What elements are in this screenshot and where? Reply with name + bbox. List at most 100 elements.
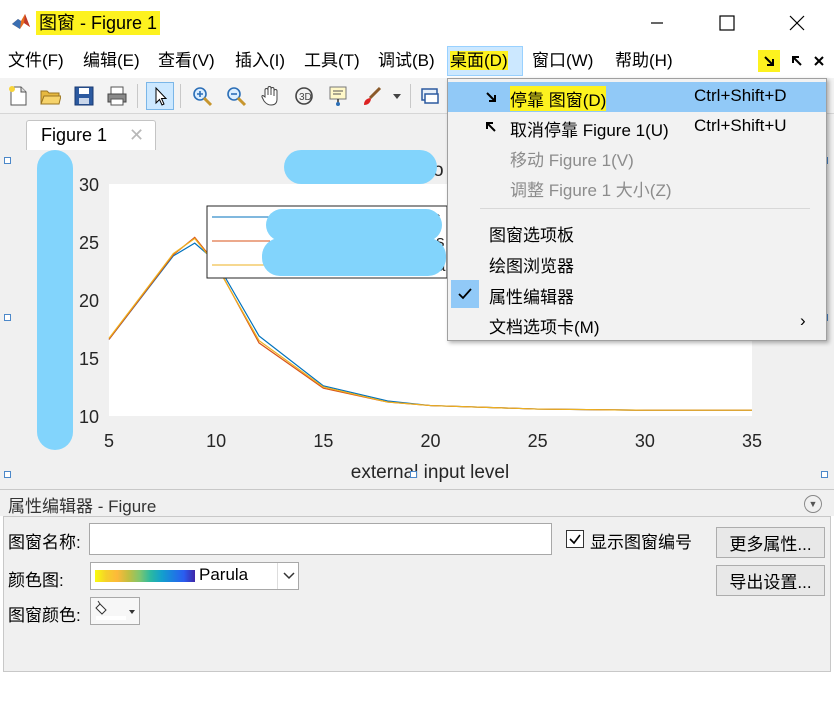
new-file-button[interactable] <box>4 82 32 110</box>
menu-edit[interactable]: 编辑(E) <box>81 46 142 76</box>
property-editor-label: 属性编辑器 <box>489 288 574 307</box>
redaction-mark <box>37 150 73 450</box>
data-cursor-icon <box>329 86 347 106</box>
title-bar: 图窗 - Figure 1 <box>0 0 834 46</box>
colormap-value: Parula <box>199 565 249 584</box>
dock-figure-shortcut: Ctrl+Shift+D <box>694 86 787 105</box>
link-plot-button[interactable] <box>416 82 444 110</box>
chevron-down-icon <box>277 563 299 589</box>
menu-item-plot-browser[interactable]: 绘图浏览器 <box>448 248 826 278</box>
undock-figure-button[interactable] <box>786 50 808 72</box>
brush-dropdown-button[interactable] <box>390 82 404 110</box>
menu-item-resize-figure: 调整 Figure 1 大小(Z) <box>448 172 826 202</box>
menu-help[interactable]: 帮助(H) <box>613 46 675 76</box>
menu-file[interactable]: 文件(F) <box>6 46 66 76</box>
property-editor-title: 属性编辑器 - Figure <box>8 497 157 516</box>
tab-figure-1[interactable]: Figure 1 ✕ <box>26 120 156 150</box>
redaction-mark <box>262 238 446 276</box>
save-button[interactable] <box>70 82 98 110</box>
menu-view[interactable]: 查看(V) <box>156 46 217 76</box>
toolbar-separator <box>410 84 411 108</box>
desktop-menu-dropdown: 停靠 图窗(D) Ctrl+Shift+D 取消停靠 Figure 1(U) C… <box>447 78 827 341</box>
maximize-icon <box>719 15 735 31</box>
dock-arrow-icon <box>486 92 496 102</box>
menu-insert[interactable]: 插入(I) <box>233 46 287 76</box>
minimize-button[interactable] <box>634 5 680 41</box>
menu-separator <box>480 208 810 209</box>
resize-figure-label: 调整 Figure 1 大小(Z) <box>510 181 672 200</box>
redaction-mark <box>266 209 442 241</box>
menu-window[interactable]: 窗口(W) <box>530 46 595 76</box>
brush-icon <box>364 86 382 105</box>
undock-arrow-icon <box>486 122 496 132</box>
export-settings-button[interactable]: 导出设置... <box>716 565 825 596</box>
data-cursor-button[interactable] <box>324 82 352 110</box>
dock-figure-label: 停靠 图窗(D) <box>510 86 607 111</box>
menu-item-document-tabs[interactable]: 文档选项卡(M) › <box>448 309 826 339</box>
maximize-button[interactable] <box>704 5 750 41</box>
pointer-tool-button[interactable] <box>146 82 174 110</box>
open-folder-icon <box>40 90 61 105</box>
minimize-icon <box>651 22 663 24</box>
brush-button[interactable] <box>358 82 386 110</box>
colormap-select[interactable]: Parula <box>90 562 299 590</box>
menu-item-property-editor[interactable]: 属性编辑器 <box>448 279 826 309</box>
save-icon <box>74 86 94 106</box>
selection-handle[interactable] <box>4 471 11 478</box>
collapse-icon[interactable]: ▼ <box>804 495 822 513</box>
undock-figure-shortcut: Ctrl+Shift+U <box>694 116 787 135</box>
menu-tools[interactable]: 工具(T) <box>302 46 362 76</box>
move-figure-label: 移动 Figure 1(V) <box>510 151 634 170</box>
toolbar-separator <box>137 84 138 108</box>
show-number-label: 显示图窗编号 <box>590 533 692 552</box>
pan-button[interactable] <box>256 82 284 110</box>
document-tabs-label: 文档选项卡(M) <box>489 318 600 337</box>
property-editor-header: 属性编辑器 - Figure ▼ <box>0 489 834 516</box>
close-figure-button[interactable] <box>808 50 830 72</box>
figure-name-label: 图窗名称: <box>8 533 81 552</box>
menu-item-dock-figure[interactable]: 停靠 图窗(D) Ctrl+Shift+D <box>448 82 826 112</box>
menu-item-undock-figure[interactable]: 取消停靠 Figure 1(U) Ctrl+Shift+U <box>448 112 826 142</box>
pointer-icon <box>155 86 168 106</box>
toolbar-separator <box>180 84 181 108</box>
menu-item-figure-palette[interactable]: 图窗选项板 <box>448 217 826 247</box>
dropdown-arrow-icon <box>393 94 401 99</box>
selection-handle[interactable] <box>4 314 11 321</box>
colormap-label: 颜色图: <box>8 571 64 590</box>
svg-text:3D: 3D <box>299 92 312 103</box>
more-properties-button[interactable]: 更多属性... <box>716 527 825 558</box>
tab-figure-1-label: Figure 1 <box>41 125 108 145</box>
menu-desktop[interactable]: 桌面(D) <box>447 46 523 76</box>
figure-color-picker[interactable] <box>90 597 140 625</box>
pan-hand-icon <box>261 85 278 106</box>
undock-arrow-icon <box>792 56 802 66</box>
menu-bar: 文件(F) 编辑(E) 查看(V) 插入(I) 工具(T) 调试(B) 桌面(D… <box>0 46 834 76</box>
menu-desktop-label: 桌面(D) <box>450 51 508 70</box>
zoom-in-button[interactable] <box>188 82 216 110</box>
zoom-out-button[interactable] <box>222 82 250 110</box>
open-folder-button[interactable] <box>36 82 64 110</box>
close-button[interactable] <box>774 5 820 41</box>
undock-figure-label: 取消停靠 Figure 1(U) <box>510 121 669 140</box>
figure-palette-label: 图窗选项板 <box>489 226 574 245</box>
new-file-icon <box>9 86 27 106</box>
selection-handle[interactable] <box>410 471 417 478</box>
window-title: 图窗 - Figure 1 <box>36 11 161 35</box>
figure-name-input[interactable] <box>89 523 552 555</box>
close-small-icon <box>814 56 824 66</box>
check-icon <box>451 280 479 308</box>
figure-color-label: 图窗颜色: <box>8 606 81 625</box>
selection-handle[interactable] <box>4 157 11 164</box>
dock-figure-button[interactable] <box>758 50 780 72</box>
zoom-in-icon <box>193 87 213 107</box>
checkmark-icon <box>569 534 581 545</box>
print-button[interactable] <box>103 82 131 110</box>
tab-close-icon[interactable]: ✕ <box>129 125 144 146</box>
menu-debug[interactable]: 调试(B) <box>376 46 437 76</box>
zoom-out-icon <box>227 87 247 107</box>
show-number-checkbox[interactable] <box>566 530 584 548</box>
rotate-3d-icon: 3D <box>295 87 313 105</box>
selection-handle[interactable] <box>821 471 828 478</box>
rotate-3d-button[interactable]: 3D <box>290 82 318 110</box>
close-icon <box>789 15 805 31</box>
